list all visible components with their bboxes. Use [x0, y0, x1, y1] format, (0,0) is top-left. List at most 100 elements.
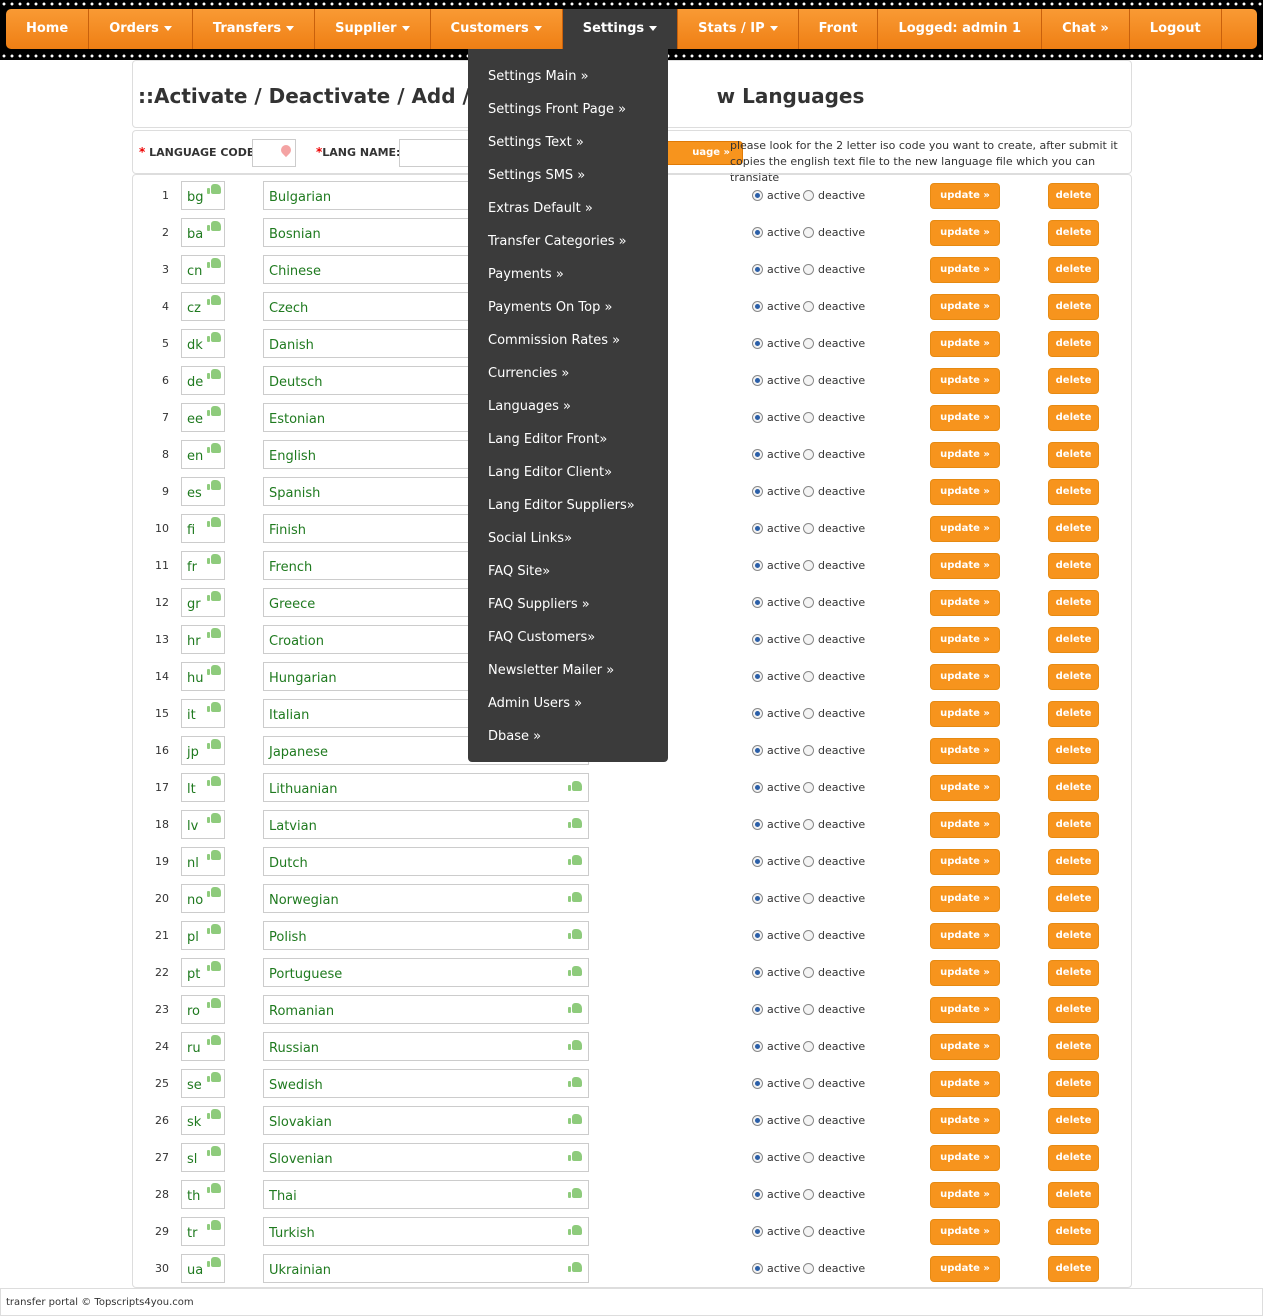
active-radio[interactable]: active — [752, 1114, 800, 1127]
update-button[interactable]: update » — [930, 775, 1000, 801]
deactive-radio[interactable]: deactive — [803, 818, 865, 831]
deactive-radio[interactable]: deactive — [803, 448, 865, 461]
deactive-radio[interactable]: deactive — [803, 1262, 865, 1275]
language-code-field[interactable]: fr — [181, 551, 225, 580]
deactive-radio[interactable]: deactive — [803, 226, 865, 239]
language-code-field[interactable]: lv — [181, 810, 225, 839]
language-name-field[interactable]: Slovakian — [263, 1106, 589, 1135]
language-code-field[interactable]: gr — [181, 588, 225, 617]
settings-menu-item-faq-customers[interactable]: FAQ Customers» — [488, 630, 595, 645]
language-name-field[interactable]: Norwegian — [263, 884, 589, 913]
active-radio[interactable]: active — [752, 559, 800, 572]
update-button[interactable]: update » — [930, 886, 1000, 912]
active-radio[interactable]: active — [752, 448, 800, 461]
language-name-field[interactable]: Swedish — [263, 1069, 589, 1098]
language-name-field[interactable]: Slovenian — [263, 1143, 589, 1172]
settings-menu-item-social-links[interactable]: Social Links» — [488, 531, 572, 546]
language-code-field[interactable]: pt — [181, 958, 225, 987]
language-code-field[interactable]: dk — [181, 329, 225, 358]
active-radio[interactable]: active — [752, 1077, 800, 1090]
nav-item-transfers[interactable]: Transfers — [193, 9, 316, 49]
deactive-radio[interactable]: deactive — [803, 374, 865, 387]
active-radio[interactable]: active — [752, 411, 800, 424]
deactive-radio[interactable]: deactive — [803, 1077, 865, 1090]
active-radio[interactable]: active — [752, 485, 800, 498]
delete-button[interactable]: delete — [1048, 960, 1099, 986]
update-button[interactable]: update » — [930, 1256, 1000, 1282]
deactive-radio[interactable]: deactive — [803, 670, 865, 683]
language-code-field[interactable]: no — [181, 884, 225, 913]
language-code-field[interactable]: nl — [181, 847, 225, 876]
language-code-field[interactable]: jp — [181, 736, 225, 765]
language-code-input[interactable] — [252, 139, 296, 167]
deactive-radio[interactable]: deactive — [803, 1114, 865, 1127]
settings-menu-item-dbase[interactable]: Dbase » — [488, 729, 541, 744]
deactive-radio[interactable]: deactive — [803, 189, 865, 202]
active-radio[interactable]: active — [752, 892, 800, 905]
update-button[interactable]: update » — [930, 664, 1000, 690]
language-code-field[interactable]: th — [181, 1180, 225, 1209]
delete-button[interactable]: delete — [1048, 553, 1099, 579]
settings-menu-item-commission-rates[interactable]: Commission Rates » — [488, 333, 620, 348]
settings-menu-item-languages[interactable]: Languages » — [488, 399, 571, 414]
delete-button[interactable]: delete — [1048, 701, 1099, 727]
delete-button[interactable]: delete — [1048, 812, 1099, 838]
delete-button[interactable]: delete — [1048, 294, 1099, 320]
deactive-radio[interactable]: deactive — [803, 1188, 865, 1201]
delete-button[interactable]: delete — [1048, 590, 1099, 616]
update-button[interactable]: update » — [930, 368, 1000, 394]
active-radio[interactable]: active — [752, 744, 800, 757]
update-button[interactable]: update » — [930, 516, 1000, 542]
deactive-radio[interactable]: deactive — [803, 559, 865, 572]
active-radio[interactable]: active — [752, 929, 800, 942]
update-button[interactable]: update » — [930, 997, 1000, 1023]
deactive-radio[interactable]: deactive — [803, 596, 865, 609]
delete-button[interactable]: delete — [1048, 1256, 1099, 1282]
language-name-field[interactable]: Dutch — [263, 847, 589, 876]
delete-button[interactable]: delete — [1048, 331, 1099, 357]
language-code-field[interactable]: sk — [181, 1106, 225, 1135]
delete-button[interactable]: delete — [1048, 1182, 1099, 1208]
settings-menu-item-payments[interactable]: Payments » — [488, 267, 564, 282]
language-code-field[interactable]: hu — [181, 662, 225, 691]
update-button[interactable]: update » — [930, 294, 1000, 320]
active-radio[interactable]: active — [752, 1225, 800, 1238]
language-name-field[interactable]: Romanian — [263, 995, 589, 1024]
active-radio[interactable]: active — [752, 707, 800, 720]
active-radio[interactable]: active — [752, 966, 800, 979]
settings-menu-item-admin-users[interactable]: Admin Users » — [488, 696, 582, 711]
update-button[interactable]: update » — [930, 220, 1000, 246]
language-name-field[interactable]: Portuguese — [263, 958, 589, 987]
settings-menu-item-faq-suppliers[interactable]: FAQ Suppliers » — [488, 597, 590, 612]
settings-menu-item-settings-front-page[interactable]: Settings Front Page » — [488, 102, 626, 117]
language-code-field[interactable]: en — [181, 440, 225, 469]
nav-item-logout[interactable]: Logout — [1130, 9, 1222, 49]
language-code-field[interactable]: ro — [181, 995, 225, 1024]
update-button[interactable]: update » — [930, 1182, 1000, 1208]
language-code-field[interactable]: pl — [181, 921, 225, 950]
update-button[interactable]: update » — [930, 1071, 1000, 1097]
active-radio[interactable]: active — [752, 818, 800, 831]
active-radio[interactable]: active — [752, 1262, 800, 1275]
deactive-radio[interactable]: deactive — [803, 1151, 865, 1164]
settings-menu-item-lang-editor-suppliers[interactable]: Lang Editor Suppliers» — [488, 498, 635, 513]
nav-item-logged-admin-1[interactable]: Logged: admin 1 — [878, 9, 1043, 49]
nav-item-customers[interactable]: Customers — [431, 9, 563, 49]
deactive-radio[interactable]: deactive — [803, 855, 865, 868]
settings-menu-item-settings-sms[interactable]: Settings SMS » — [488, 168, 585, 183]
language-name-field[interactable]: Lithuanian — [263, 773, 589, 802]
delete-button[interactable]: delete — [1048, 479, 1099, 505]
deactive-radio[interactable]: deactive — [803, 1040, 865, 1053]
deactive-radio[interactable]: deactive — [803, 1225, 865, 1238]
update-button[interactable]: update » — [930, 183, 1000, 209]
delete-button[interactable]: delete — [1048, 405, 1099, 431]
nav-item-chat[interactable]: Chat » — [1042, 9, 1130, 49]
active-radio[interactable]: active — [752, 263, 800, 276]
active-radio[interactable]: active — [752, 1003, 800, 1016]
update-button[interactable]: update » — [930, 553, 1000, 579]
update-button[interactable]: update » — [930, 257, 1000, 283]
update-button[interactable]: update » — [930, 590, 1000, 616]
update-button[interactable]: update » — [930, 1145, 1000, 1171]
delete-button[interactable]: delete — [1048, 1071, 1099, 1097]
delete-button[interactable]: delete — [1048, 1108, 1099, 1134]
